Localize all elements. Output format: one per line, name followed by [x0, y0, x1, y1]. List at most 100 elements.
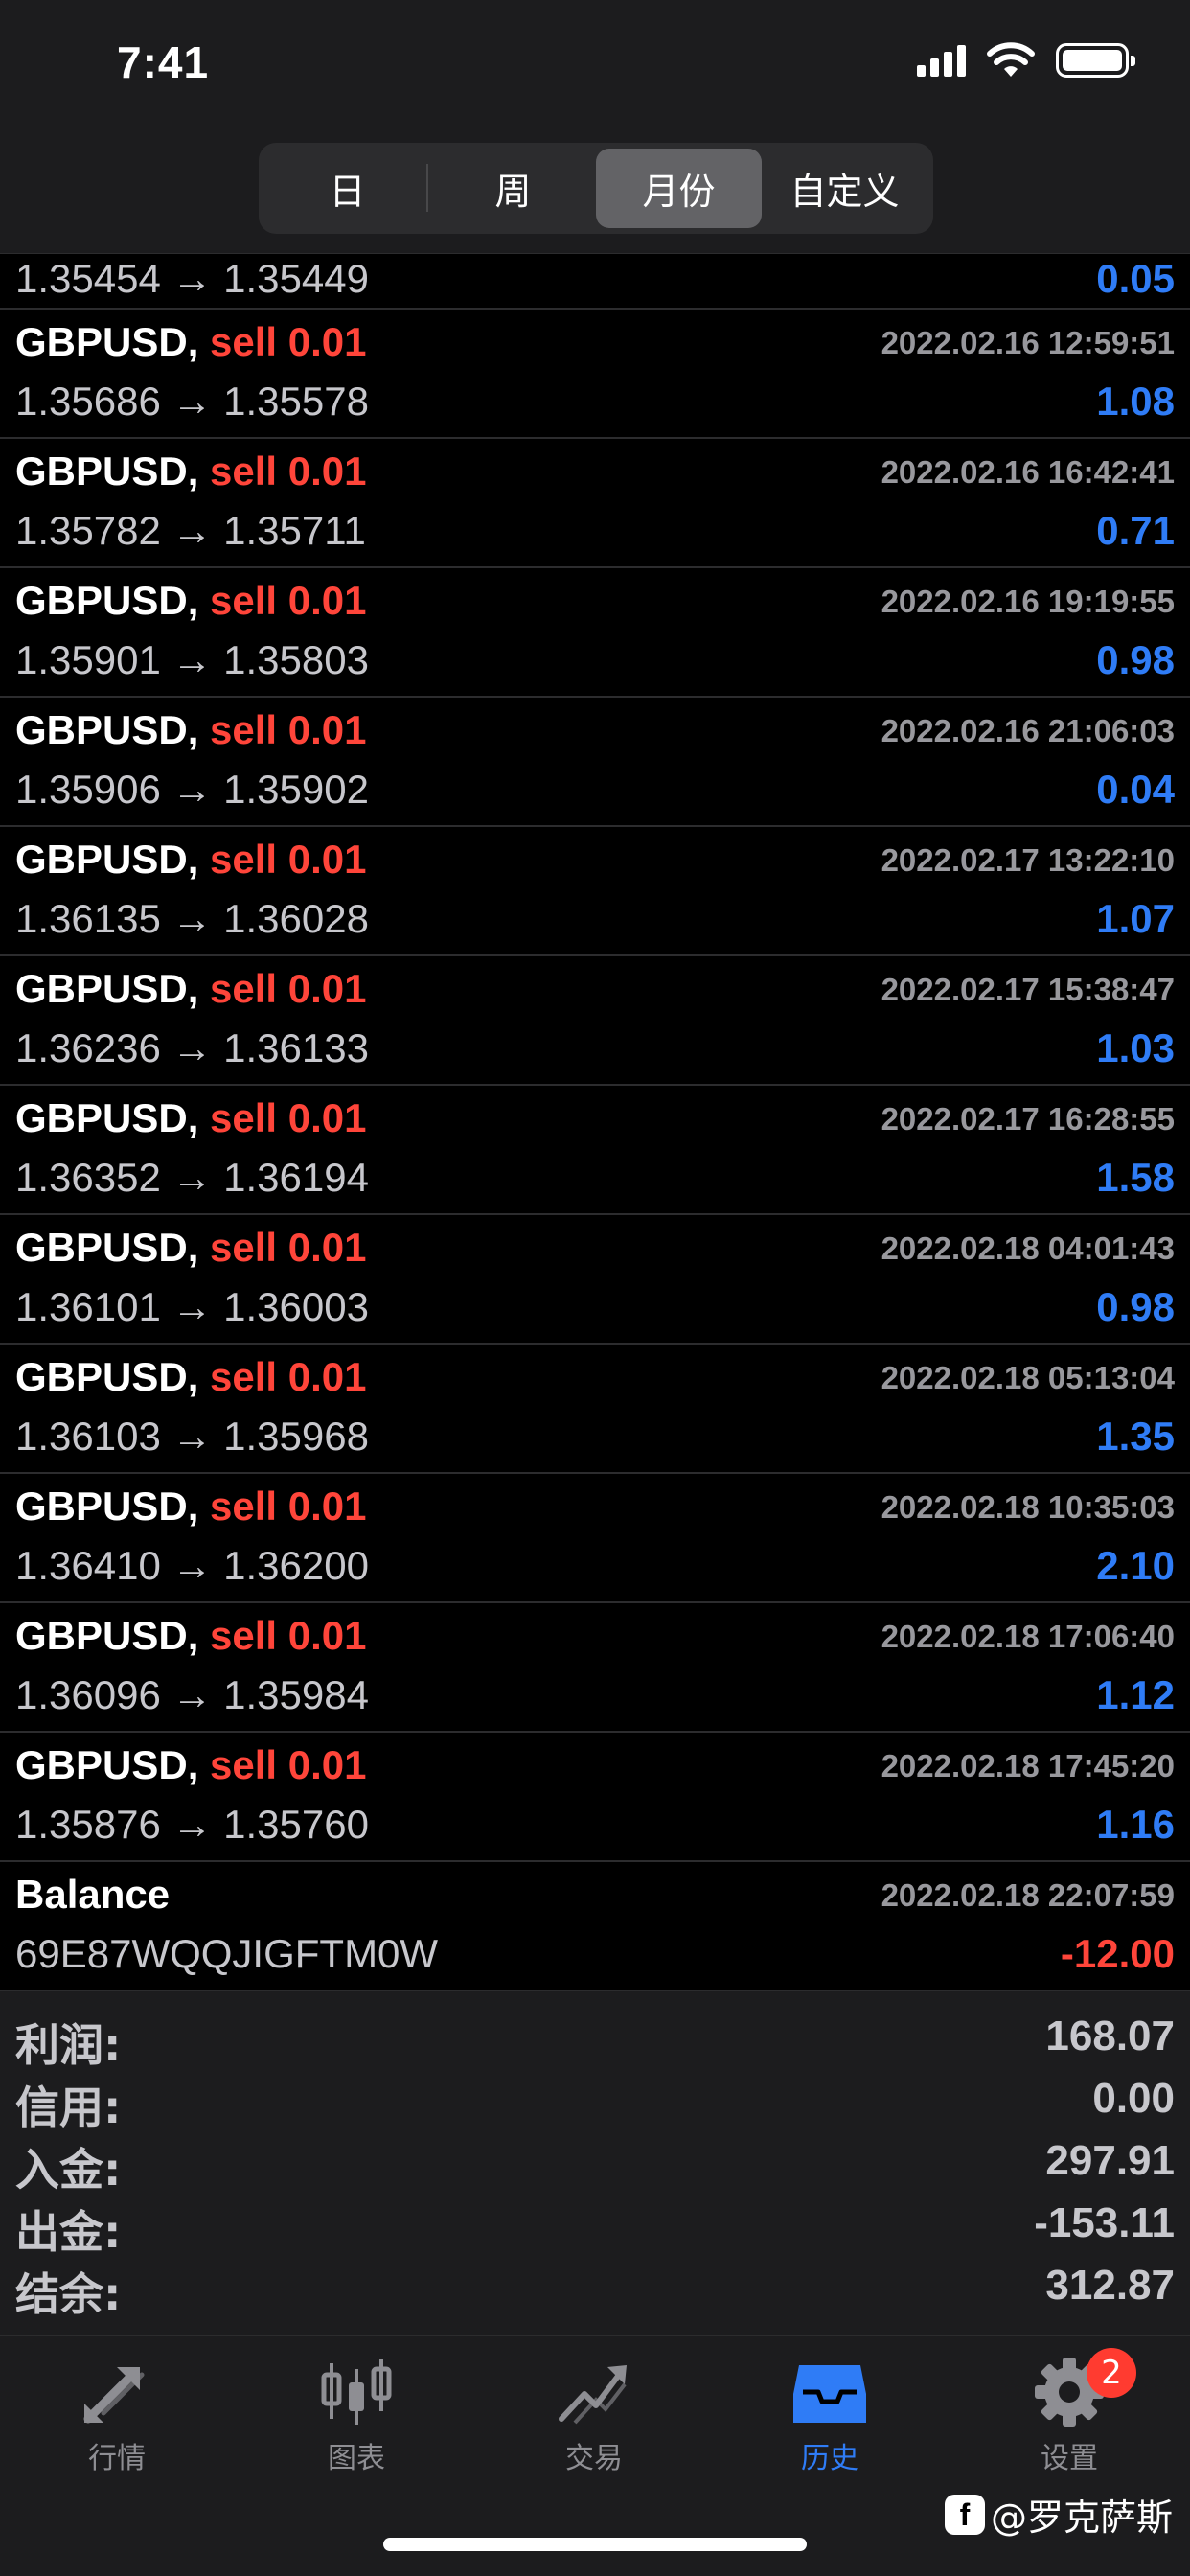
trade-profit: 0.98	[1096, 1284, 1175, 1329]
summary-label: 利润:	[15, 2019, 122, 2071]
trade-datetime: 2022.02.16 19:19:55	[881, 584, 1175, 619]
trade-prices: 1.36352 → 1.36194	[15, 1155, 369, 1200]
list-item[interactable]: GBPUSD, sell 0.01 2022.02.17 15:38:47 1.36…	[0, 956, 1190, 1086]
trade-datetime: 2022.02.17 15:38:47	[881, 972, 1175, 1007]
summary-deposit: 入金: 297.91	[0, 2129, 1190, 2196]
balance-title: Balance	[15, 1872, 171, 1917]
candlestick-chart-icon	[321, 2359, 392, 2425]
trade-prices: 1.35906 → 1.35902	[15, 767, 369, 812]
trade-side: sell 0.01	[210, 578, 367, 623]
summary-withdrawal: 出金: -153.11	[0, 2192, 1190, 2258]
trade-profit: 1.12	[1096, 1672, 1175, 1717]
list-item[interactable]: GBPUSD, sell 0.01 2022.02.18 05:13:04 1.36…	[0, 1345, 1190, 1474]
trade-profit: 0.98	[1096, 637, 1175, 682]
trade-side: sell 0.01	[210, 966, 367, 1011]
notification-badge: 2	[1087, 2348, 1136, 2398]
list-item[interactable]: GBPUSD, sell 0.01 2022.02.16 16:42:41 1.35…	[0, 439, 1190, 568]
trade-title: GBPUSD, sell 0.01	[15, 966, 367, 1012]
tab-label: 历史	[801, 2442, 858, 2475]
period-tab-month[interactable]: 月份	[596, 149, 762, 228]
summary-label: 信用:	[15, 2082, 122, 2133]
list-item[interactable]: GBPUSD, sell 0.01 2022.02.18 17:06:40 1.36…	[0, 1603, 1190, 1733]
trade-prices: 1.36101 → 1.36003	[15, 1284, 369, 1329]
watermark: f @罗克萨斯	[944, 2488, 1173, 2541]
trade-side: sell 0.01	[210, 837, 367, 882]
trade-side: sell 0.01	[210, 1613, 367, 1658]
list-item[interactable]: GBPUSD, sell 0.01 2022.02.18 04:01:43 1.36…	[0, 1215, 1190, 1345]
trade-prices: 1.35686 → 1.35578	[15, 379, 369, 424]
summary-profit: 利润: 168.07	[0, 2005, 1190, 2071]
summary-value: -153.11	[1034, 2199, 1175, 2246]
trade-prices: 1.36135 → 1.36028	[15, 896, 369, 941]
tab-history[interactable]: 历史	[753, 2356, 906, 2476]
period-tab-custom[interactable]: 自定义	[762, 149, 927, 228]
summary-value: 168.07	[1045, 2012, 1175, 2059]
trade-side: sell 0.01	[210, 448, 367, 494]
tab-trade[interactable]: 交易	[517, 2356, 671, 2476]
trade-title: GBPUSD, sell 0.01	[15, 1225, 367, 1271]
tab-label: 图表	[328, 2442, 385, 2475]
summary-label: 入金:	[15, 2144, 122, 2196]
trade-symbol: GBPUSD,	[15, 1225, 199, 1270]
trade-symbol: GBPUSD,	[15, 837, 199, 882]
trade-profit: 1.08	[1096, 379, 1175, 424]
trade-prices: 1.36410 → 1.36200	[15, 1543, 369, 1588]
balance-datetime: 2022.02.18 22:07:59	[881, 1877, 1175, 1913]
balance-comment: 69E87WQQJIGFTM0W	[15, 1931, 439, 1976]
watermark-text: @罗克萨斯	[990, 2496, 1173, 2539]
list-item[interactable]: GBPUSD, sell 0.01 2022.02.17 16:28:55 1.36…	[0, 1086, 1190, 1215]
trade-datetime: 2022.02.18 17:06:40	[881, 1619, 1175, 1654]
trade-symbol: GBPUSD,	[15, 1095, 199, 1140]
bottom-tab-bar: 行情 图表 交易 历史 2 设置 f @罗克萨斯	[0, 2334, 1190, 2576]
trade-side: sell 0.01	[210, 319, 367, 364]
trade-datetime: 2022.02.18 04:01:43	[881, 1230, 1175, 1266]
trade-title: GBPUSD, sell 0.01	[15, 1095, 367, 1141]
trade-side: sell 0.01	[210, 1742, 367, 1787]
trade-title: GBPUSD, sell 0.01	[15, 1742, 367, 1788]
tab-quotes[interactable]: 行情	[40, 2356, 194, 2476]
trade-profit: 0.05	[1096, 256, 1175, 301]
balance-amount: -12.00	[1060, 1931, 1175, 1976]
summary-value: 312.87	[1045, 2262, 1175, 2309]
trade-side: sell 0.01	[210, 1484, 367, 1529]
trade-title: GBPUSD, sell 0.01	[15, 837, 367, 883]
list-item[interactable]: GBPUSD, sell 0.01 2022.02.18 10:35:03 1.36…	[0, 1474, 1190, 1603]
trade-symbol: GBPUSD,	[15, 1484, 199, 1529]
watermark-logo-icon: f	[944, 2494, 985, 2535]
trade-datetime: 2022.02.17 13:22:10	[881, 842, 1175, 878]
trade-datetime: 2022.02.17 16:28:55	[881, 1101, 1175, 1137]
trade-prices: 1.35454 → 1.35449	[15, 256, 369, 301]
list-item[interactable]: GBPUSD, sell 0.01 2022.02.16 12:59:51 1.35…	[0, 310, 1190, 439]
status-icons	[917, 42, 1135, 79]
trade-datetime: 2022.02.18 10:35:03	[881, 1489, 1175, 1525]
period-tab-week[interactable]: 周	[430, 149, 596, 228]
balance-row[interactable]: Balance 2022.02.18 22:07:59 69E87WQQJIGF…	[0, 1862, 1190, 1991]
trade-prices: 1.36096 → 1.35984	[15, 1672, 369, 1717]
list-item[interactable]: GBPUSD, sell 0.01 2022.02.16 21:06:03 1.35…	[0, 698, 1190, 827]
trade-profit: 2.10	[1096, 1543, 1175, 1588]
trade-title: GBPUSD, sell 0.01	[15, 1484, 367, 1530]
list-item[interactable]: GBPUSD, sell 0.01 2022.02.18 17:45:20 1.35…	[0, 1733, 1190, 1862]
tab-chart[interactable]: 图表	[280, 2356, 433, 2476]
trade-profit: 0.04	[1096, 767, 1175, 812]
list-item[interactable]: 1.35454 → 1.35449 0.05	[0, 254, 1190, 310]
trade-profit: 0.71	[1096, 508, 1175, 553]
trade-side: sell 0.01	[210, 1095, 367, 1140]
trade-title: GBPUSD, sell 0.01	[15, 707, 367, 753]
account-summary: 利润: 168.07 信用: 0.00 入金: 297.91 出金: -153.…	[0, 1991, 1190, 2334]
trade-prices: 1.35876 → 1.35760	[15, 1802, 369, 1847]
trade-profit: 1.58	[1096, 1155, 1175, 1200]
trade-title: GBPUSD, sell 0.01	[15, 578, 367, 624]
list-item[interactable]: GBPUSD, sell 0.01 2022.02.17 13:22:10 1.36…	[0, 827, 1190, 956]
quotes-arrows-icon	[83, 2367, 145, 2424]
summary-label: 出金:	[15, 2206, 122, 2258]
summary-credit: 信用: 0.00	[0, 2067, 1190, 2133]
trade-symbol: GBPUSD,	[15, 448, 199, 494]
list-item[interactable]: GBPUSD, sell 0.01 2022.02.16 19:19:55 1.35…	[0, 568, 1190, 698]
tab-settings[interactable]: 2 设置	[993, 2348, 1146, 2476]
period-tab-day[interactable]: 日	[264, 149, 430, 228]
trade-symbol: GBPUSD,	[15, 578, 199, 623]
summary-value: 0.00	[1092, 2075, 1175, 2122]
trade-datetime: 2022.02.18 05:13:04	[881, 1360, 1175, 1395]
history-inbox-icon	[793, 2365, 866, 2423]
